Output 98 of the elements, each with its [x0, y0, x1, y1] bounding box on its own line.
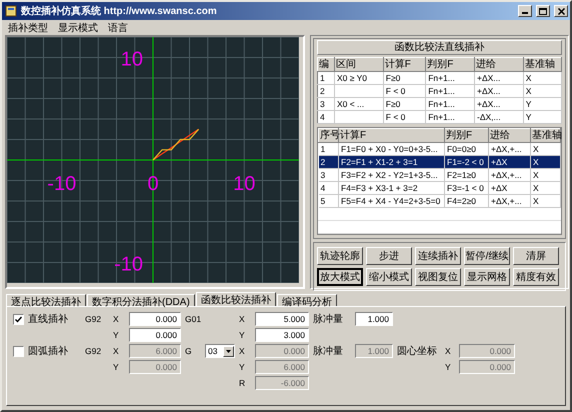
minimize-button[interactable] [518, 5, 532, 17]
action-button[interactable]: 缩小模式 [366, 268, 412, 286]
action-button[interactable]: 放大模式 [317, 268, 363, 286]
caret-icon [226, 350, 231, 352]
table-cell: +ΔX... [474, 84, 524, 98]
plot-lines [152, 128, 200, 160]
menu-item[interactable]: 显示模式 [54, 20, 102, 34]
tick-label: 10 [120, 48, 143, 70]
column-header[interactable]: 序号 [318, 128, 338, 142]
action-button[interactable]: 视图复位 [415, 268, 461, 286]
checkbox[interactable] [13, 346, 24, 356]
table-cell: X0 ≥ Y0 [334, 72, 384, 84]
field-label: 脉冲量 [313, 312, 343, 326]
field-label: 圆心坐标 [397, 344, 437, 358]
action-button[interactable]: 轨迹轮廓 [317, 247, 363, 265]
table-cell: F≥0 [383, 98, 426, 110]
column-header[interactable]: 编 [318, 58, 334, 72]
axis-label: X [445, 346, 451, 356]
table-cell: X0 < ... [334, 98, 384, 110]
action-button[interactable]: 清屏 [513, 247, 559, 265]
tab[interactable]: 数字积分法插补(DDA) [87, 294, 195, 306]
table-cell: -ΔX,... [474, 110, 524, 124]
checkbox-label: 圆弧插补 [28, 344, 68, 358]
table-cell: X [523, 84, 562, 98]
tab[interactable]: 编译码分析 [276, 294, 337, 306]
column-header[interactable]: 进给 [474, 58, 524, 72]
column-header[interactable]: 区间 [334, 58, 384, 72]
tab[interactable]: 逐点比较法插补 [6, 294, 86, 306]
table-cell: Y [523, 98, 562, 110]
code-label: G92 [85, 346, 102, 356]
table-row[interactable]: 2 F2=F1 + X1-2 + 3=1 F1=-2 < 0 +ΔX X [318, 156, 560, 168]
table-cell: X [523, 72, 562, 84]
close-button[interactable] [554, 5, 568, 17]
column-header[interactable]: 计算F [338, 128, 444, 142]
axis-label: Y [113, 330, 119, 340]
app-icon [5, 5, 17, 17]
table-cell: 3 [318, 98, 334, 110]
axis-label: Y [239, 330, 245, 340]
axis-label: X [239, 314, 245, 324]
table-cell: Fn+1... [426, 110, 474, 124]
table-cell: Fn+1... [426, 98, 474, 110]
column-header[interactable]: 判别F [444, 128, 488, 142]
column-header[interactable]: 计算F [383, 58, 426, 72]
tick-label: 10 [233, 173, 256, 195]
table-cell: F < 0 [383, 110, 426, 124]
code-label: G92 [85, 314, 102, 324]
column-header[interactable]: 基准轴 [530, 128, 560, 142]
action-button[interactable]: 精度有效 [513, 268, 559, 286]
input-field[interactable]: 3.000 [255, 328, 309, 342]
close-icon [558, 8, 564, 14]
code-label: G01 [185, 314, 202, 324]
checkbox[interactable] [13, 314, 24, 324]
checkbox-label: 直线插补 [28, 312, 68, 326]
menu-item[interactable]: 插补类型 [4, 20, 52, 34]
action-button[interactable]: 连续插补 [415, 247, 461, 265]
table-row[interactable]: 1 F1=F0 + X0 - Y0=0+3-5... F0=0≥0 +ΔX,+... X [318, 142, 560, 156]
axis-label: X [239, 346, 245, 356]
axis-label: Y [113, 362, 119, 372]
action-button[interactable]: 步进 [366, 247, 412, 265]
maximize-button[interactable] [536, 5, 550, 17]
table-cell: 1 [318, 72, 334, 84]
table-cell: +ΔX... [474, 72, 524, 84]
action-button[interactable]: 显示网格 [464, 268, 510, 286]
table-cell: +ΔX... [474, 98, 524, 110]
table-row[interactable]: 5 F5=F4 + X4 - Y4=2+3-5=0 F4=2≥0 +ΔX,+... X [318, 194, 560, 208]
dropdown[interactable]: 03 [205, 344, 235, 358]
code-label: G [185, 346, 192, 356]
column-header[interactable]: 基准轴 [523, 58, 562, 72]
tab[interactable]: 函数比较法插补 [196, 292, 276, 306]
window-title: 数控插补仿真系统 http://www.swansc.com [21, 4, 218, 18]
input-field[interactable]: 0.000 [129, 312, 181, 326]
axis-label: Y [445, 362, 451, 372]
tick-label: -10 [47, 173, 76, 195]
menu-item[interactable]: 语言 [104, 20, 132, 34]
table-row[interactable]: 3 F3=F2 + X2 - Y2=1+3-5... F2=1≥0 +ΔX,+... X [318, 168, 560, 182]
axis-label: Y [239, 362, 245, 372]
axis-label: R [239, 378, 246, 388]
maximize-icon [539, 8, 547, 14]
axis-label: X [113, 314, 119, 324]
action-button[interactable]: 暂停/继续 [464, 247, 510, 265]
field-label: 脉冲量 [313, 344, 343, 358]
check-icon [15, 316, 22, 322]
input-field[interactable]: 1.000 [355, 312, 393, 326]
group-title: 函数比较法直线插补 [317, 40, 562, 55]
table-cell: 4 [318, 110, 334, 124]
table-cell: Fn+1... [426, 84, 474, 98]
input-field[interactable]: 0.000 [129, 328, 181, 342]
table-cell: F < 0 [383, 84, 426, 98]
column-header[interactable]: 判别F [426, 58, 474, 72]
tick-label: -10 [114, 254, 143, 276]
axis-label: X [113, 346, 119, 356]
table-cell: Fn+1... [426, 72, 474, 84]
table-cell: Y [523, 110, 562, 124]
table-row[interactable]: 4 F4=F3 + X3-1 + 3=2 F3=-1 < 0 +ΔX X [318, 182, 560, 194]
input-field[interactable]: 5.000 [255, 312, 309, 326]
column-header[interactable]: 进给 [488, 128, 530, 142]
table-cell: 2 [318, 84, 334, 98]
table-cell: F≥0 [383, 72, 426, 84]
